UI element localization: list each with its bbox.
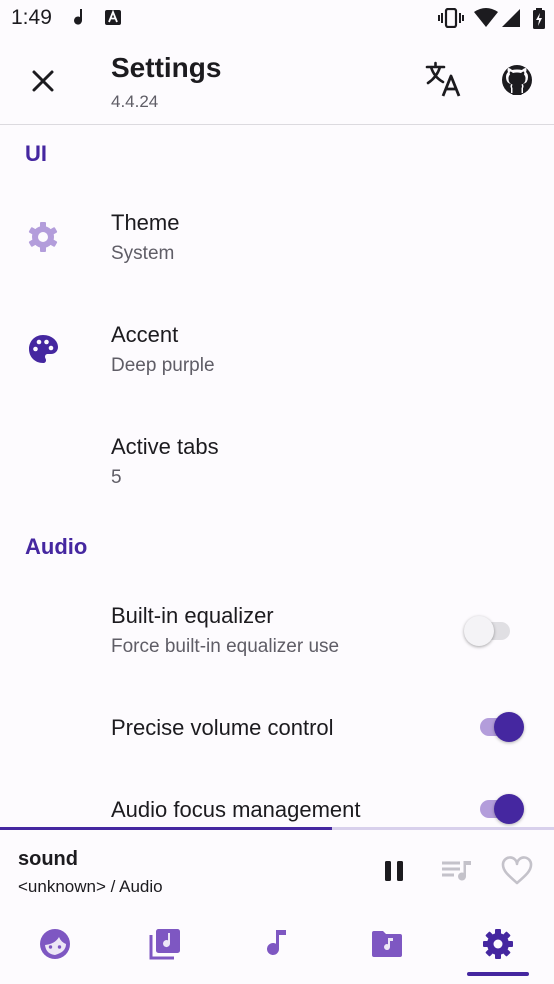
github-icon[interactable] xyxy=(495,58,539,102)
pref-theme[interactable]: Theme System xyxy=(0,190,554,286)
pref-title: Built-in equalizer xyxy=(111,603,274,628)
bottom-navigation xyxy=(0,910,554,984)
pref-title: Audio focus management xyxy=(111,797,361,822)
translate-icon[interactable] xyxy=(421,58,465,102)
equalizer-switch[interactable] xyxy=(464,614,516,646)
heart-icon[interactable] xyxy=(500,854,534,888)
precise-volume-switch[interactable] xyxy=(474,710,526,742)
audio-focus-switch[interactable] xyxy=(474,792,526,824)
pref-accent[interactable]: Accent Deep purple xyxy=(0,302,554,398)
pref-precise-volume[interactable]: Precise volume control xyxy=(0,690,554,766)
pref-title: Theme xyxy=(111,210,180,235)
version-label: 4.4.24 xyxy=(111,92,159,111)
gear-icon xyxy=(28,222,58,252)
pref-summary: System xyxy=(111,243,175,264)
song-title: sound xyxy=(18,848,78,870)
mini-player[interactable]: sound <unknown> / Audio xyxy=(0,830,554,910)
status-bar: 1:49 xyxy=(0,0,554,36)
switch-thumb xyxy=(464,616,494,646)
active-tab-indicator xyxy=(467,972,529,976)
battery-charging-icon xyxy=(533,8,545,29)
cellular-signal-icon xyxy=(502,9,520,27)
songs-icon[interactable] xyxy=(259,926,295,962)
pref-audio-focus[interactable]: Audio focus management xyxy=(0,780,554,827)
queue-music-icon[interactable] xyxy=(439,854,473,888)
pref-title: Precise volume control xyxy=(111,715,334,740)
text-a-icon xyxy=(105,9,121,25)
albums-icon[interactable] xyxy=(147,926,183,962)
pref-builtin-equalizer[interactable]: Built-in equalizer Force built-in equali… xyxy=(0,586,554,676)
wifi-icon xyxy=(474,8,498,27)
vibrate-icon xyxy=(438,8,464,28)
switch-thumb xyxy=(494,712,524,742)
pref-title: Active tabs xyxy=(111,434,219,459)
pause-icon[interactable] xyxy=(377,854,411,888)
switch-thumb xyxy=(494,794,524,824)
pref-active-tabs[interactable]: Active tabs 5 xyxy=(0,414,554,510)
folders-icon[interactable] xyxy=(369,926,405,962)
section-header-audio: Audio xyxy=(25,534,88,559)
palette-icon xyxy=(29,335,58,363)
song-subtitle: <unknown> / Audio xyxy=(18,877,163,896)
settings-icon[interactable] xyxy=(480,926,516,962)
status-time: 1:49 xyxy=(11,6,52,29)
page-title: Settings xyxy=(111,52,222,83)
artists-icon[interactable] xyxy=(37,926,73,962)
close-icon[interactable] xyxy=(22,60,64,102)
toolbar: Settings 4.4.24 xyxy=(0,36,554,125)
pref-summary: Force built-in equalizer use xyxy=(111,636,340,657)
music-note-icon xyxy=(74,9,83,25)
pref-summary: Deep purple xyxy=(111,355,215,376)
pref-title: Accent xyxy=(111,322,179,347)
section-header-ui: UI xyxy=(25,141,47,166)
pref-summary: 5 xyxy=(111,467,122,488)
